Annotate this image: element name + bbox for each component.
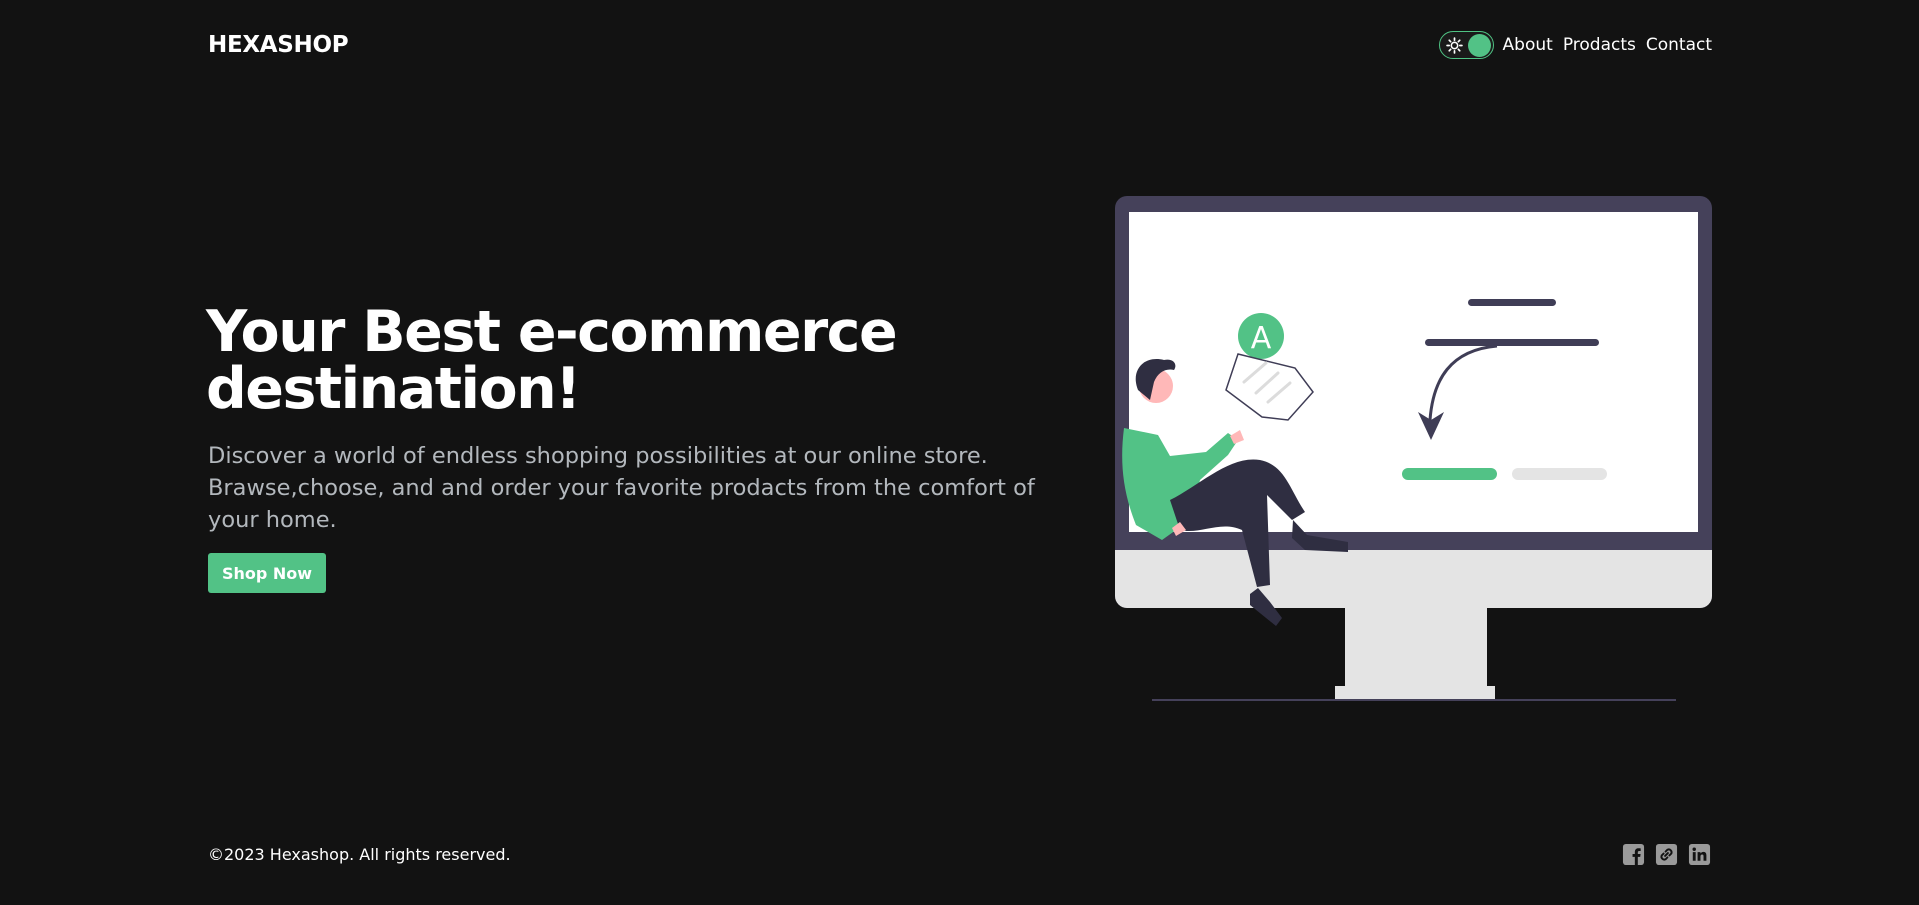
link-icon[interactable] xyxy=(1655,843,1678,866)
copyright-text: ©2023 Hexashop. All rights reserved. xyxy=(208,845,511,864)
theme-toggle[interactable] xyxy=(1438,31,1494,59)
nav-link-about[interactable]: About xyxy=(1502,35,1554,55)
site-logo[interactable]: HEXASHOP xyxy=(208,32,349,58)
facebook-icon[interactable] xyxy=(1622,843,1645,866)
shop-now-button[interactable]: Shop Now xyxy=(208,553,326,593)
hero-subtitle: Discover a world of endless shopping pos… xyxy=(208,443,1035,533)
site-header: HEXASHOP About Prodacts Contact xyxy=(208,26,1713,64)
badge-letter: A xyxy=(1251,321,1272,356)
linkedin-icon[interactable] xyxy=(1688,843,1711,866)
hero-title: Your Best e-commerce destination! xyxy=(206,299,898,422)
social-links xyxy=(1622,843,1711,866)
nav-link-products[interactable]: Prodacts xyxy=(1562,35,1637,55)
nav-link-contact[interactable]: Contact xyxy=(1645,35,1713,55)
main-nav: About Prodacts Contact xyxy=(1438,31,1713,59)
hero-illustration: A xyxy=(1115,196,1712,701)
toggle-knob xyxy=(1467,34,1491,57)
sun-icon xyxy=(1445,37,1463,54)
